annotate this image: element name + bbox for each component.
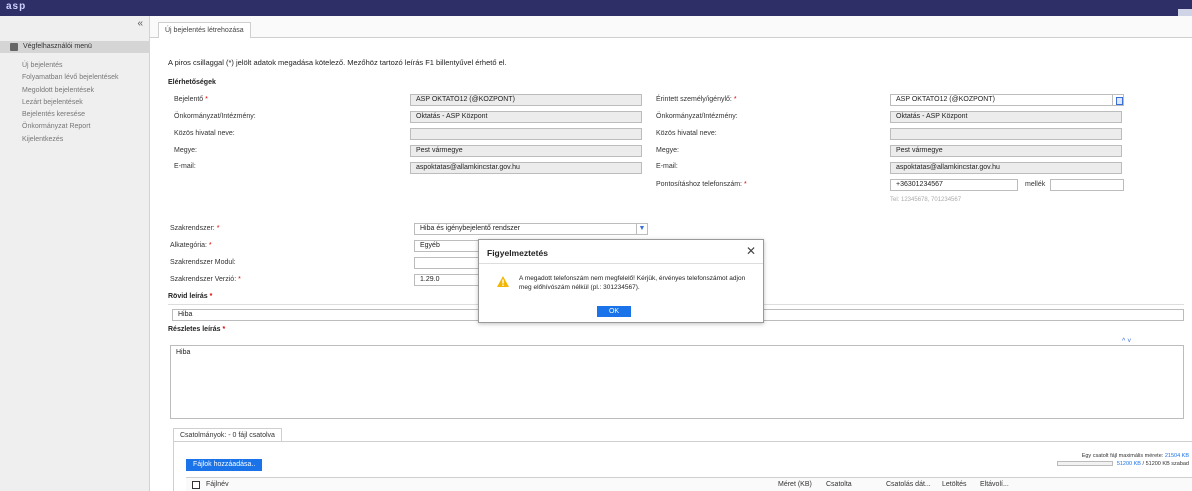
dialog-separator [479, 263, 763, 264]
modal-overlay: Figyelmeztetés ✕ A megadott telefonszám … [0, 0, 1192, 491]
close-icon[interactable]: ✕ [746, 244, 756, 258]
dialog-message: A megadott telefonszám nem megfelelő! Ké… [519, 275, 746, 291]
ok-button[interactable]: OK [597, 306, 631, 317]
warning-icon [497, 276, 509, 287]
dialog-title: Figyelmeztetés [487, 248, 548, 258]
warning-dialog: Figyelmeztetés ✕ A megadott telefonszám … [478, 239, 764, 323]
